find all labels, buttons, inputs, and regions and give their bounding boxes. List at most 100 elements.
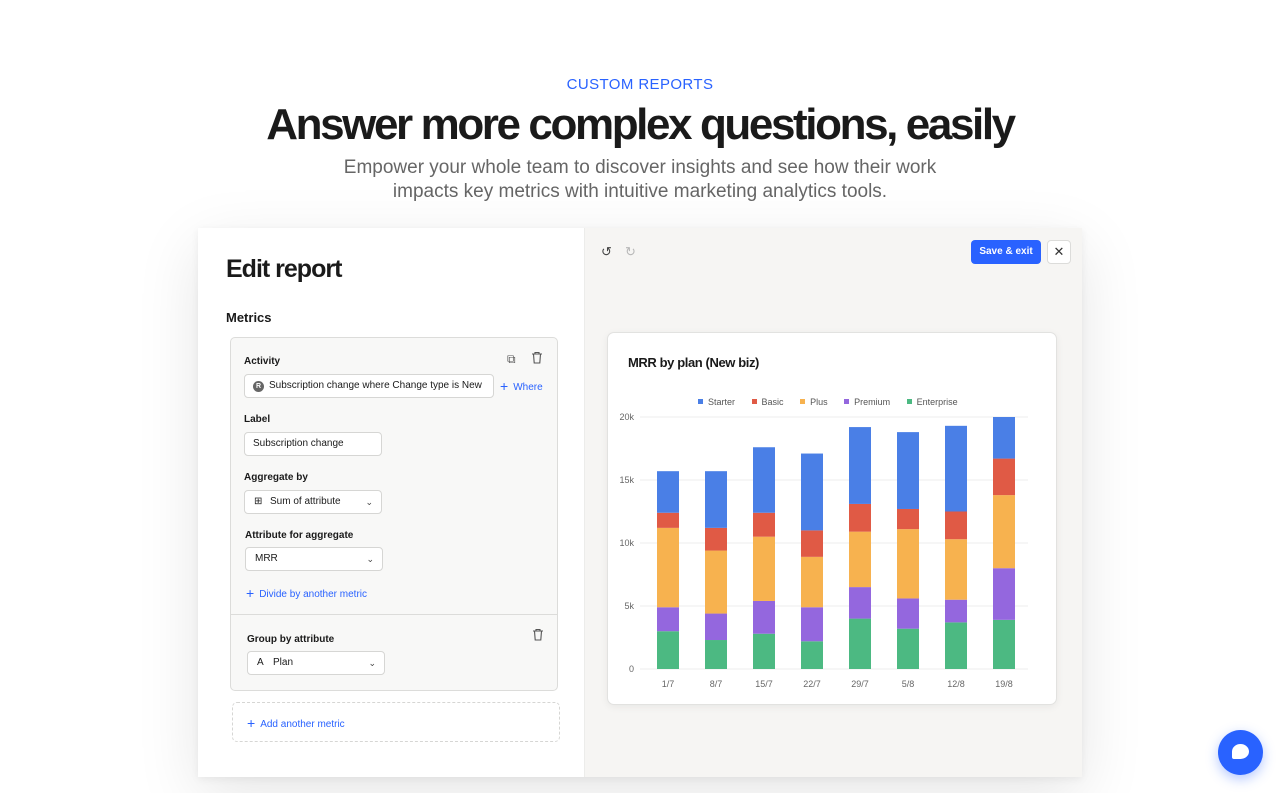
bar-segment-premium xyxy=(753,600,775,634)
legend-item-premium[interactable]: Premium xyxy=(844,397,890,407)
x-tick-label: 12/8 xyxy=(947,679,965,689)
bar-segment-premium xyxy=(945,599,967,623)
label-input[interactable]: Subscription change xyxy=(244,432,382,456)
bar-segment-starter xyxy=(993,417,1015,459)
bar-segment-premium xyxy=(801,607,823,642)
bar-segment-basic xyxy=(753,512,775,537)
chart-card: MRR by plan (New biz) Starter Basic Plus… xyxy=(607,332,1057,705)
activity-value: Subscription change where Change type is… xyxy=(269,380,482,391)
bar-segment-plus xyxy=(753,536,775,601)
activity-select[interactable]: R Subscription change where Change type i… xyxy=(244,374,494,398)
redo-icon[interactable]: ↻ xyxy=(625,244,636,260)
divider xyxy=(231,614,557,615)
x-tick-label: 29/7 xyxy=(851,679,869,689)
page-subheadline: Empower your whole team to discover insi… xyxy=(343,157,937,202)
section-eyebrow: CUSTOM REPORTS xyxy=(566,76,714,93)
plus-icon: + xyxy=(247,715,256,731)
bar-segment-basic xyxy=(993,458,1015,496)
x-tick-label: 1/7 xyxy=(662,679,675,689)
y-tick-label: 15k xyxy=(619,475,634,485)
page-headline: Answer more complex questions, easily xyxy=(266,100,1016,149)
sum-icon: ⊞ xyxy=(254,496,263,507)
bar-segment-starter xyxy=(753,447,775,513)
bar-segment-enterprise xyxy=(753,633,775,669)
y-tick-label: 10k xyxy=(619,538,634,548)
bar-segment-premium xyxy=(897,598,919,629)
legend-label: Premium xyxy=(854,397,891,407)
chevron-down-icon: ⌄ xyxy=(366,554,374,564)
bar-segment-enterprise xyxy=(945,622,967,669)
bar-segment-starter xyxy=(705,471,727,528)
bar-segment-starter xyxy=(801,453,823,531)
add-metric-button[interactable]: + Add another metric xyxy=(232,702,560,742)
bar-segment-basic xyxy=(849,503,871,532)
bar-segment-plus xyxy=(705,550,727,614)
chat-bubble-glyph xyxy=(1232,744,1249,759)
legend-item-basic[interactable]: Basic xyxy=(751,397,784,407)
aggregate-select[interactable]: ⊞ Sum of attribute ⌄ xyxy=(244,490,382,514)
bar-segment-plus xyxy=(945,539,967,600)
undo-icon[interactable]: ↺ xyxy=(601,244,612,260)
chat-icon[interactable] xyxy=(1218,730,1263,775)
bar-segment-plus xyxy=(657,527,679,608)
bar-segment-basic xyxy=(705,527,727,551)
bar-segment-basic xyxy=(801,530,823,557)
bar-segment-basic xyxy=(657,512,679,528)
legend-swatch xyxy=(906,399,912,404)
legend-swatch xyxy=(844,399,850,404)
bar-segment-premium xyxy=(849,587,871,619)
y-tick-label: 0 xyxy=(629,664,634,674)
report-editor-window: Edit report Metrics Activity ⧉ R Subscrip… xyxy=(198,228,1082,777)
divide-by-metric-button[interactable]: + Divide by another metric xyxy=(246,585,367,601)
legend-item-starter[interactable]: Starter xyxy=(698,397,735,407)
edit-report-panel: Edit report Metrics Activity ⧉ R Subscrip… xyxy=(204,228,584,777)
divide-link-label: Divide by another metric xyxy=(259,589,368,600)
x-tick-label: 19/8 xyxy=(995,679,1013,689)
close-icon[interactable]: ✕ xyxy=(1047,240,1071,264)
legend-label: Starter xyxy=(708,397,736,407)
plus-icon: + xyxy=(500,378,509,394)
bar-segment-starter xyxy=(945,425,967,512)
plus-icon: + xyxy=(246,585,255,601)
group-by-select[interactable]: A Plan ⌄ xyxy=(247,651,385,675)
bar-segment-enterprise xyxy=(657,631,679,669)
activity-badge-icon: R xyxy=(253,381,264,392)
bar-segment-basic xyxy=(897,508,919,530)
legend-swatch xyxy=(698,399,703,404)
attribute-label: Attribute for aggregate xyxy=(245,530,354,541)
legend-label: Plus xyxy=(810,397,828,407)
bar-segment-premium xyxy=(705,613,727,641)
bar-segment-plus xyxy=(849,531,871,588)
legend-swatch xyxy=(800,399,806,404)
trash-icon[interactable] xyxy=(531,351,543,367)
chevron-down-icon: ⌄ xyxy=(365,497,373,507)
bar-segment-enterprise xyxy=(705,640,727,669)
bar-segment-starter xyxy=(657,471,679,513)
y-tick-label: 20k xyxy=(619,412,634,422)
group-by-value: Plan xyxy=(273,657,294,668)
save-exit-button[interactable]: Save & exit xyxy=(971,240,1041,264)
legend-item-plus[interactable]: Plus xyxy=(800,397,828,407)
stacked-bar-chart: 0 5k 10k 15k 20k 1/7 8/7 15/7 22/7 29/7 5/8 12/8 19/… xyxy=(619,412,1028,689)
attribute-value: MRR xyxy=(255,553,278,564)
duplicate-icon[interactable]: ⧉ xyxy=(507,352,516,366)
bar-segment-plus xyxy=(993,495,1015,569)
x-tick-label: 8/7 xyxy=(710,679,723,689)
bar-segment-premium xyxy=(657,607,679,632)
bar-segment-premium xyxy=(993,568,1015,620)
legend-item-enterprise[interactable]: Enterprise xyxy=(906,397,958,407)
metric-card: Activity ⧉ R Subscription change where Ch… xyxy=(230,337,558,691)
activity-label: Activity xyxy=(244,356,281,367)
chevron-down-icon: ⌄ xyxy=(368,658,376,668)
where-button[interactable]: + Where xyxy=(500,378,543,394)
x-tick-label: 15/7 xyxy=(755,679,773,689)
label-field-label: Label xyxy=(244,414,271,425)
trash-icon[interactable] xyxy=(532,628,544,644)
bar-segment-starter xyxy=(897,432,919,509)
bar-segment-starter xyxy=(849,427,871,504)
bar-segment-enterprise xyxy=(849,618,871,669)
x-tick-label: 22/7 xyxy=(803,679,821,689)
attribute-select[interactable]: MRR ⌄ xyxy=(245,547,383,571)
legend-label: Enterprise xyxy=(916,397,958,407)
group-by-label: Group by attribute xyxy=(247,634,335,645)
